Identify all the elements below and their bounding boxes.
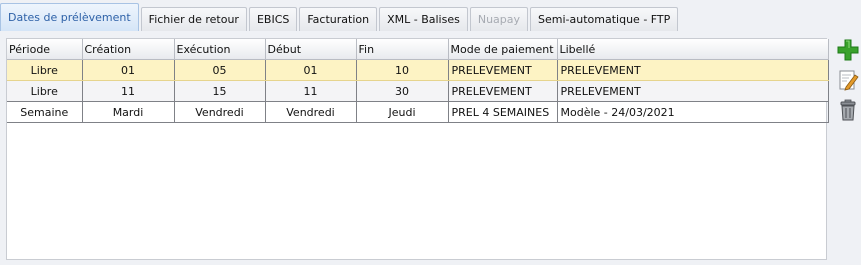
- table-row[interactable]: Libre 11 15 11 30 PRELEVEMENT PRELEVEMEN…: [7, 80, 829, 102]
- add-button[interactable]: [836, 38, 860, 62]
- cell-periode: Libre: [7, 59, 83, 81]
- tab-fichier-de-retour[interactable]: Fichier de retour: [140, 7, 247, 31]
- cell-libelle: PRELEVEMENT: [557, 59, 829, 81]
- cell-fin: 30: [356, 80, 449, 102]
- cell-debut: 11: [265, 80, 357, 102]
- action-toolbar: [836, 38, 860, 128]
- cell-debut: Vendredi: [265, 101, 357, 123]
- column-header-mode-de-paiement[interactable]: Mode de paiement: [448, 39, 558, 60]
- cell-mode-de-paiement: PRELEVEMENT: [448, 59, 558, 81]
- edit-icon: [839, 70, 859, 91]
- tab-xml-balises[interactable]: XML - Balises: [379, 7, 468, 31]
- tab-ebics[interactable]: EBICS: [248, 7, 298, 31]
- tab-bar: Dates de prélèvement Fichier de retour E…: [0, 3, 680, 31]
- column-header-libelle[interactable]: Libellé: [557, 39, 829, 60]
- edit-button[interactable]: [836, 68, 860, 92]
- tab-facturation[interactable]: Facturation: [299, 7, 378, 31]
- cell-execution: Vendredi: [174, 101, 266, 123]
- cell-execution: 05: [174, 59, 266, 81]
- cell-creation: 01: [82, 59, 175, 81]
- column-header-creation[interactable]: Création: [82, 39, 175, 60]
- schedule-table-panel: Période Création Exécution Début Fin Mod…: [6, 38, 829, 260]
- cell-fin: Jeudi: [356, 101, 449, 123]
- table-row[interactable]: Semaine Mardi Vendredi Vendredi Jeudi PR…: [7, 101, 829, 123]
- cell-libelle: Modèle - 24/03/2021: [557, 101, 829, 123]
- tab-nuapay: Nuapay: [469, 7, 529, 31]
- table-header-row: Période Création Exécution Début Fin Mod…: [7, 39, 829, 60]
- table-row[interactable]: Libre 01 05 01 10 PRELEVEMENT PRELEVEMEN…: [7, 59, 829, 81]
- cell-creation: 11: [82, 80, 175, 102]
- cell-fin: 10: [356, 59, 449, 81]
- cell-mode-de-paiement: PRELEVEMENT: [448, 80, 558, 102]
- tab-semi-automatique-ftp[interactable]: Semi-automatique - FTP: [530, 7, 679, 31]
- cell-execution: 15: [174, 80, 266, 102]
- cell-periode: Libre: [7, 80, 83, 102]
- trash-icon: [840, 99, 856, 121]
- cell-libelle: PRELEVEMENT: [557, 80, 829, 102]
- column-header-fin[interactable]: Fin: [356, 39, 449, 60]
- cell-debut: 01: [265, 59, 357, 81]
- cell-periode: Semaine: [7, 101, 83, 123]
- column-header-debut[interactable]: Début: [265, 39, 357, 60]
- column-header-periode[interactable]: Période: [7, 39, 83, 60]
- schedule-table: Période Création Exécution Début Fin Mod…: [7, 39, 829, 123]
- tab-dates-de-prelevement[interactable]: Dates de prélèvement: [0, 3, 139, 31]
- delete-button[interactable]: [836, 98, 860, 122]
- add-icon: [837, 39, 859, 61]
- cell-mode-de-paiement: PREL 4 SEMAINES: [448, 101, 558, 123]
- cell-creation: Mardi: [82, 101, 175, 123]
- column-header-execution[interactable]: Exécution: [174, 39, 266, 60]
